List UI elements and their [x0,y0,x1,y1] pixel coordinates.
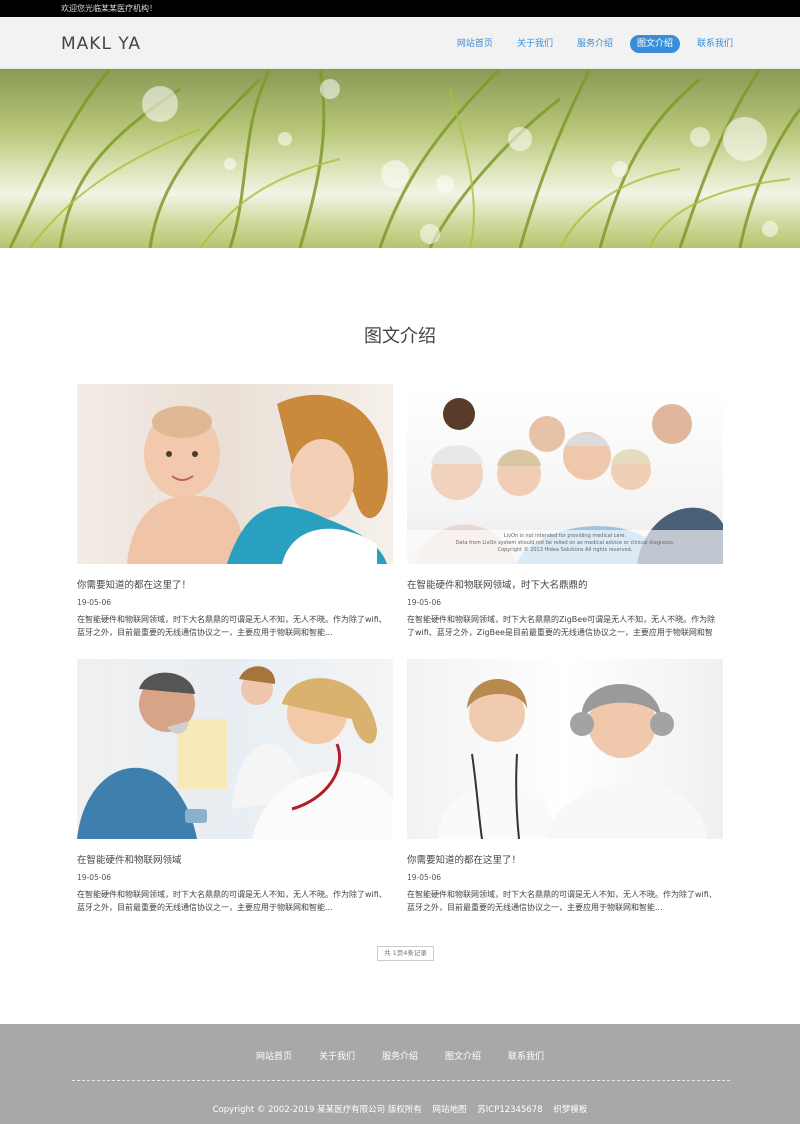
nav-item-gallery[interactable]: 图文介绍 [629,35,680,53]
doctor-patient-photo[interactable] [77,659,393,839]
welcome-text: 欢迎您光临某某医疗机构！ [61,4,157,13]
caption-line: Data from LivOn system should not be rel… [455,540,675,546]
caption-line: LivOn is not intended for providing medi… [503,533,627,539]
nav-item-home[interactable]: 网站首页 [450,35,500,53]
mother-baby-photo[interactable] [77,384,393,564]
card-title[interactable]: 在智能硬件和物联网领域 [77,852,393,866]
footer-link-about[interactable]: 关于我们 [319,1049,355,1062]
footer-link-home[interactable]: 网站首页 [256,1049,292,1062]
footer: 网站首页 关于我们 服务介绍 图文介绍 联系我们 Copyright © 200… [0,1024,800,1124]
card-title[interactable]: 你需要知道的都在这里了！ [77,577,393,591]
card-description: 在智能硬件和物联网领域，时下大名鼎鼎的可谓是无人不知，无人不晓。作为除了wifi… [407,890,717,912]
footer-copyright: Copyright © 2002-2019 某某医疗有限公司 版权所有 网站地图… [0,1103,800,1115]
seniors-group-photo[interactable]: LivOn is not intended for providing medi… [407,384,723,564]
site-logo[interactable]: MAKL YA [61,34,141,54]
footer-link-services[interactable]: 服务介绍 [382,1049,418,1062]
caption-line: Copyright © 2013 Hidea Solutions All rig… [497,547,633,553]
pagination-info: 共 1页4条记录 [377,946,434,961]
article-card[interactable]: 在智能硬件和物联网领域 19-05-06 在智能硬件和物联网领域，时下大名鼎鼎的… [77,659,393,914]
template-link[interactable]: 织梦模板 [553,1105,587,1115]
section-title: 图文介绍 [364,326,436,347]
card-date: 19-05-06 [77,598,112,607]
article-card[interactable]: LivOn is not intended for providing medi… [407,384,723,639]
article-card[interactable]: 你需要知道的都在这里了！ 19-05-06 在智能硬件和物联网领域，时下大名鼎鼎… [77,384,393,639]
footer-nav: 网站首页 关于我们 服务介绍 图文介绍 联系我们 [0,1049,800,1062]
header: MAKL YA 网站首页 关于我们 服务介绍 图文介绍 联系我们 [0,17,800,69]
footer-link-contact[interactable]: 联系我们 [508,1049,544,1062]
topbar: 欢迎您光临某某医疗机构！ [0,0,800,17]
grass-illustration [8,69,800,248]
card-title[interactable]: 在智能硬件和物联网领域，时下大名鼎鼎的 [407,577,723,591]
card-date: 19-05-06 [77,873,112,882]
icp-link[interactable]: 苏ICP12345678 [477,1105,542,1115]
card-description: 在智能硬件和物联网领域，时下大名鼎鼎的可谓是无人不知，无人不晓。作为除了wifi… [77,615,387,637]
image-caption: LivOn is not intended for providing medi… [407,530,723,564]
card-date: 19-05-06 [407,598,442,607]
card-date: 19-05-06 [407,873,442,882]
hero-banner [0,69,800,248]
card-title[interactable]: 你需要知道的都在这里了！ [407,852,723,866]
sitemap-link[interactable]: 网站地图 [433,1105,467,1115]
nurse-elderly-photo[interactable] [407,659,723,839]
footer-link-gallery[interactable]: 图文介绍 [445,1049,481,1062]
card-description: 在智能硬件和物联网领域，时下大名鼎鼎的可谓是无人不知，无人不晓。作为除了wifi… [77,890,387,912]
nav-item-services[interactable]: 服务介绍 [570,35,620,53]
main-nav: 网站首页 关于我们 服务介绍 图文介绍 联系我们 [450,35,740,53]
card-description: 在智能硬件和物联网领域，时下大名鼎鼎的ZigBee可谓是无人不知，无人不晓。作为… [407,615,716,637]
nav-item-about[interactable]: 关于我们 [510,35,560,53]
nav-item-contact[interactable]: 联系我们 [690,35,740,53]
copyright-text: Copyright © 2002-2019 某某医疗有限公司 版权所有 [212,1105,422,1115]
article-card[interactable]: 你需要知道的都在这里了！ 19-05-06 在智能硬件和物联网领域，时下大名鼎鼎… [407,659,723,914]
footer-divider [72,1080,730,1081]
